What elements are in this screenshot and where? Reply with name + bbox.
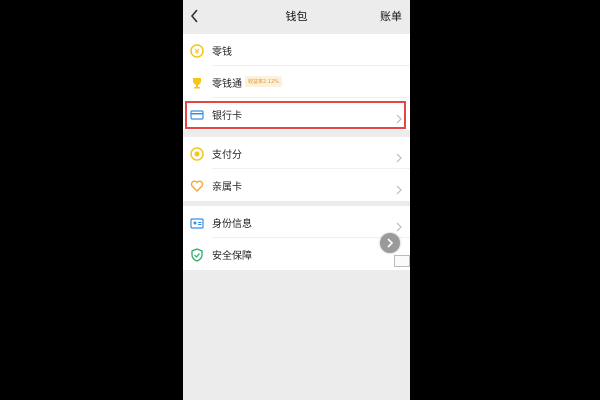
trophy-icon — [190, 75, 204, 89]
highlight-box — [185, 101, 406, 129]
yield-badge: 收益率2.12% — [245, 76, 282, 87]
chevron-right-icon — [396, 217, 402, 232]
list-item-change[interactable]: 零钱 — [183, 34, 410, 66]
list-item-family-card[interactable]: 亲属卡 — [183, 169, 410, 201]
nav-bar: 钱包 账单 — [183, 0, 410, 33]
list-item-label: 零钱 — [212, 47, 232, 58]
page-title: 钱包 — [285, 10, 308, 23]
list-item-label: 身份信息 — [212, 219, 252, 230]
list-item-identity-info[interactable]: 身份信息 — [183, 206, 410, 238]
list-item-pay-score[interactable]: 支付分 — [183, 137, 410, 169]
list-item-security[interactable]: 安全保障 — [183, 238, 410, 270]
list-item-label: 亲属卡 — [212, 182, 242, 193]
score-icon — [190, 146, 204, 161]
wallet-screen: 钱包 账单 零钱 零钱通 收益率2.12% 银行卡 支付分 亲属卡 身份信息 安… — [183, 0, 410, 400]
chevron-right-icon — [396, 180, 402, 195]
coin-icon — [190, 43, 204, 58]
list-item-label: 安全保障 — [212, 251, 252, 262]
list-item-lingqiantong[interactable]: 零钱通 收益率2.12% — [183, 66, 410, 98]
id-card-icon — [190, 215, 204, 229]
floating-arrow-button[interactable] — [380, 233, 400, 253]
wallet-group-security: 身份信息 安全保障 — [183, 206, 410, 270]
chevron-right-icon — [396, 148, 402, 163]
family-card-icon — [190, 178, 204, 192]
list-item-label: 零钱通 — [212, 79, 242, 90]
shield-icon — [190, 247, 204, 262]
bill-button[interactable]: 账单 — [380, 8, 402, 24]
list-item-label: 支付分 — [212, 150, 242, 161]
wallet-group-services: 支付分 亲属卡 — [183, 137, 410, 201]
window-icon[interactable] — [394, 255, 410, 267]
chevron-right-icon — [387, 238, 394, 248]
